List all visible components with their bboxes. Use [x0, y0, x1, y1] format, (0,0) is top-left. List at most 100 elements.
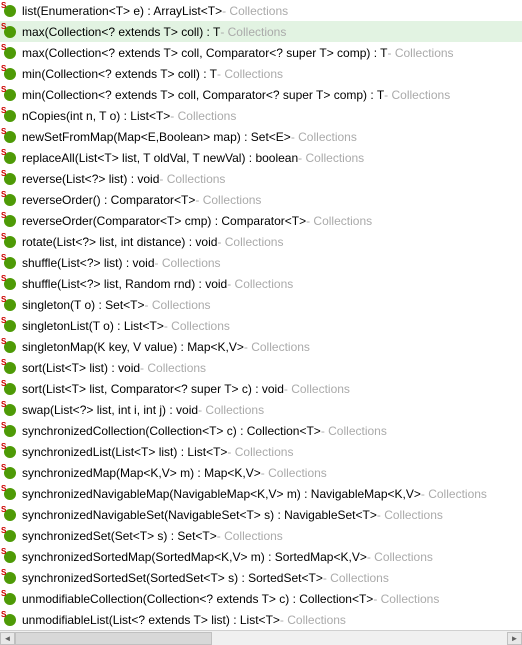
static-badge: S	[1, 527, 8, 536]
declaring-class: - Collections	[217, 67, 283, 81]
completion-item[interactable]: SreverseOrder(Comparator<T> cmp) : Compa…	[0, 210, 522, 231]
declaring-class: - Collections	[217, 235, 283, 249]
completion-item[interactable]: Smax(Collection<? extends T> coll) : T -…	[0, 21, 522, 42]
scroll-track[interactable]	[15, 632, 507, 645]
static-badge: S	[1, 212, 8, 221]
declaring-class: - Collections	[323, 571, 389, 585]
completion-item[interactable]: SsynchronizedCollection(Collection<T> c)…	[0, 420, 522, 441]
method-signature: synchronizedSortedMap(SortedMap<K,V> m) …	[22, 550, 367, 564]
completion-item[interactable]: Sshuffle(List<?> list, Random rnd) : voi…	[0, 273, 522, 294]
method-signature: replaceAll(List<T> list, T oldVal, T new…	[22, 151, 298, 165]
method-signature: min(Collection<? extends T> coll, Compar…	[22, 88, 384, 102]
declaring-class: - Collections	[388, 46, 454, 60]
static-badge: S	[1, 65, 8, 74]
completion-item[interactable]: SunmodifiableCollection(Collection<? ext…	[0, 588, 522, 609]
method-signature: shuffle(List<?> list, Random rnd) : void	[22, 277, 227, 291]
method-signature: synchronizedSet(Set<T> s) : Set<T>	[22, 529, 217, 543]
static-badge: S	[1, 170, 8, 179]
method-public-icon: S	[2, 402, 18, 418]
method-public-icon: S	[2, 381, 18, 397]
method-public-icon: S	[2, 171, 18, 187]
completion-item[interactable]: Smax(Collection<? extends T> coll, Compa…	[0, 42, 522, 63]
method-public-icon: S	[2, 444, 18, 460]
method-public-icon: S	[2, 570, 18, 586]
declaring-class: - Collections	[217, 529, 283, 543]
declaring-class: - Collections	[227, 277, 293, 291]
method-public-icon: S	[2, 66, 18, 82]
completion-item[interactable]: SnewSetFromMap(Map<E,Boolean> map) : Set…	[0, 126, 522, 147]
method-signature: synchronizedList(List<T> list) : List<T>	[22, 445, 227, 459]
declaring-class: - Collections	[306, 214, 372, 228]
method-public-icon: S	[2, 87, 18, 103]
completion-item[interactable]: SreplaceAll(List<T> list, T oldVal, T ne…	[0, 147, 522, 168]
declaring-class: - Collections	[373, 592, 439, 606]
scroll-thumb[interactable]	[15, 632, 212, 645]
method-public-icon: S	[2, 297, 18, 313]
method-public-icon: S	[2, 465, 18, 481]
arrow-right-icon: ►	[511, 634, 519, 643]
completion-item[interactable]: SsynchronizedSortedSet(SortedSet<T> s) :…	[0, 567, 522, 588]
completion-item[interactable]: SsynchronizedMap(Map<K,V> m) : Map<K,V> …	[0, 462, 522, 483]
method-signature: newSetFromMap(Map<E,Boolean> map) : Set<…	[22, 130, 291, 144]
static-badge: S	[1, 86, 8, 95]
static-badge: S	[1, 338, 8, 347]
declaring-class: - Collections	[291, 130, 357, 144]
scroll-left-button[interactable]: ◄	[0, 632, 15, 645]
static-badge: S	[1, 611, 8, 620]
declaring-class: - Collections	[367, 550, 433, 564]
completion-item[interactable]: Sswap(List<?> list, int i, int j) : void…	[0, 399, 522, 420]
declaring-class: - Collections	[227, 445, 293, 459]
completion-item[interactable]: Ssingleton(T o) : Set<T> - Collections	[0, 294, 522, 315]
completion-item[interactable]: SsingletonList(T o) : List<T> - Collecti…	[0, 315, 522, 336]
declaring-class: - Collections	[377, 508, 443, 522]
static-badge: S	[1, 275, 8, 284]
declaring-class: - Collections	[421, 487, 487, 501]
method-signature: synchronizedNavigableMap(NavigableMap<K,…	[22, 487, 421, 501]
declaring-class: - Collections	[164, 319, 230, 333]
declaring-class: - Collections	[155, 256, 221, 270]
completion-item[interactable]: SsynchronizedSortedMap(SortedMap<K,V> m)…	[0, 546, 522, 567]
scroll-right-button[interactable]: ►	[507, 632, 522, 645]
completion-item[interactable]: Smin(Collection<? extends T> coll) : T -…	[0, 63, 522, 84]
static-badge: S	[1, 107, 8, 116]
static-badge: S	[1, 254, 8, 263]
method-public-icon: S	[2, 234, 18, 250]
completion-item[interactable]: SnCopies(int n, T o) : List<T> - Collect…	[0, 105, 522, 126]
completion-item[interactable]: SsynchronizedSet(Set<T> s) : Set<T> - Co…	[0, 525, 522, 546]
completion-item[interactable]: SsynchronizedNavigableMap(NavigableMap<K…	[0, 483, 522, 504]
method-signature: unmodifiableList(List<? extends T> list)…	[22, 613, 280, 627]
completion-item[interactable]: Sshuffle(List<?> list) : void - Collecti…	[0, 252, 522, 273]
method-signature: swap(List<?> list, int i, int j) : void	[22, 403, 198, 417]
method-signature: nCopies(int n, T o) : List<T>	[22, 109, 170, 123]
method-signature: shuffle(List<?> list) : void	[22, 256, 155, 270]
static-badge: S	[1, 191, 8, 200]
completion-item[interactable]: SsynchronizedNavigableSet(NavigableSet<T…	[0, 504, 522, 525]
declaring-class: - Collections	[220, 25, 286, 39]
static-badge: S	[1, 569, 8, 578]
completion-item[interactable]: Ssort(List<T> list) : void - Collections	[0, 357, 522, 378]
method-public-icon: S	[2, 591, 18, 607]
declaring-class: - Collections	[280, 613, 346, 627]
method-signature: max(Collection<? extends T> coll) : T	[22, 25, 220, 39]
method-public-icon: S	[2, 549, 18, 565]
completion-list: Slist(Enumeration<T> e) : ArrayList<T> -…	[0, 0, 522, 630]
completion-item[interactable]: Smin(Collection<? extends T> coll, Compa…	[0, 84, 522, 105]
completion-item[interactable]: Sreverse(List<?> list) : void - Collecti…	[0, 168, 522, 189]
method-public-icon: S	[2, 612, 18, 628]
declaring-class: - Collections	[140, 361, 206, 375]
method-public-icon: S	[2, 255, 18, 271]
declaring-class: - Collections	[261, 466, 327, 480]
method-signature: min(Collection<? extends T> coll) : T	[22, 67, 217, 81]
completion-item[interactable]: SunmodifiableList(List<? extends T> list…	[0, 609, 522, 630]
completion-item[interactable]: Slist(Enumeration<T> e) : ArrayList<T> -…	[0, 0, 522, 21]
completion-item[interactable]: SreverseOrder() : Comparator<T> - Collec…	[0, 189, 522, 210]
completion-item[interactable]: Srotate(List<?> list, int distance) : vo…	[0, 231, 522, 252]
method-public-icon: S	[2, 507, 18, 523]
completion-item[interactable]: Ssort(List<T> list, Comparator<? super T…	[0, 378, 522, 399]
horizontal-scrollbar[interactable]: ◄ ►	[0, 630, 522, 645]
completion-item[interactable]: SsingletonMap(K key, V value) : Map<K,V>…	[0, 336, 522, 357]
completion-item[interactable]: SsynchronizedList(List<T> list) : List<T…	[0, 441, 522, 462]
static-badge: S	[1, 233, 8, 242]
method-public-icon: S	[2, 486, 18, 502]
method-signature: synchronizedCollection(Collection<T> c) …	[22, 424, 321, 438]
